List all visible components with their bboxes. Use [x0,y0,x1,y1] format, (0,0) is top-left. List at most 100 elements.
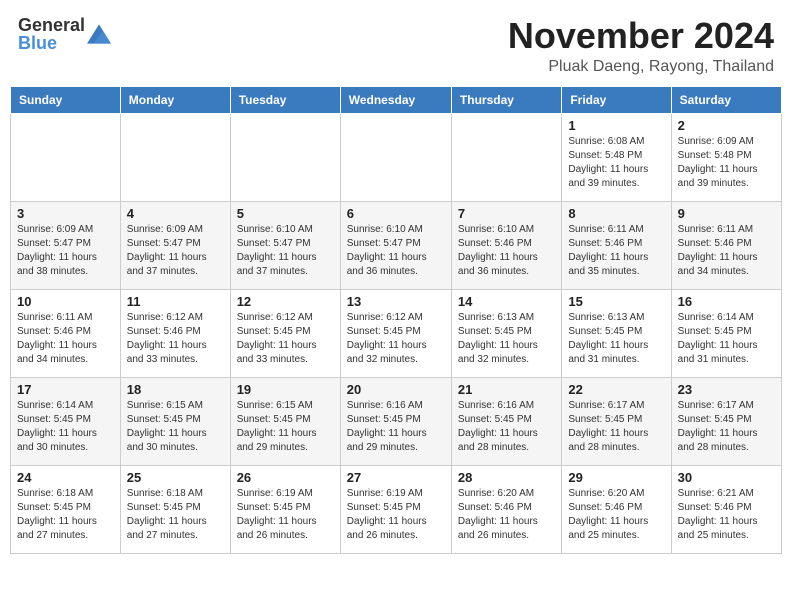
day-number: 22 [568,382,664,397]
day-info: Sunrise: 6:13 AM Sunset: 5:45 PM Dayligh… [568,311,664,367]
day-number: 28 [458,470,555,485]
calendar-cell: 2Sunrise: 6:09 AM Sunset: 5:48 PM Daylig… [671,113,781,201]
day-number: 8 [568,206,664,221]
day-info: Sunrise: 6:20 AM Sunset: 5:46 PM Dayligh… [458,487,555,543]
calendar-cell: 14Sunrise: 6:13 AM Sunset: 5:45 PM Dayli… [451,289,561,377]
calendar-cell: 3Sunrise: 6:09 AM Sunset: 5:47 PM Daylig… [11,201,121,289]
calendar-cell: 15Sunrise: 6:13 AM Sunset: 5:45 PM Dayli… [562,289,671,377]
day-number: 13 [347,294,445,309]
day-info: Sunrise: 6:14 AM Sunset: 5:45 PM Dayligh… [678,311,775,367]
calendar-cell: 8Sunrise: 6:11 AM Sunset: 5:46 PM Daylig… [562,201,671,289]
day-number: 12 [237,294,334,309]
calendar-cell: 17Sunrise: 6:14 AM Sunset: 5:45 PM Dayli… [11,377,121,465]
day-info: Sunrise: 6:12 AM Sunset: 5:46 PM Dayligh… [127,311,224,367]
day-info: Sunrise: 6:17 AM Sunset: 5:45 PM Dayligh… [568,399,664,455]
calendar-cell: 29 Sunrise: 6:20 AM Sunset: 5:46 PM Dayli… [562,465,671,553]
calendar-cell: 6 Sunrise: 6:10 AM Sunset: 5:47 PM Daylig… [340,201,451,289]
logo-blue-text: Blue [18,34,85,52]
calendar-cell: 23 Sunrise: 6:17 AM Sunset: 5:45 PM Dayli… [671,377,781,465]
calendar-cell: 13 Sunrise: 6:12 AM Sunset: 5:45 PM Dayli… [340,289,451,377]
calendar-cell: 26Sunrise: 6:19 AM Sunset: 5:45 PM Dayli… [230,465,340,553]
day-info: Sunrise: 6:12 AM Sunset: 5:45 PM Dayligh… [347,311,445,367]
day-number: 4 [127,206,224,221]
day-info: Sunrise: 6:10 AM Sunset: 5:47 PM Dayligh… [237,223,334,279]
day-number: 20 [347,382,445,397]
calendar-cell: 16 Sunrise: 6:14 AM Sunset: 5:45 PM Dayli… [671,289,781,377]
month-title: November 2024 [508,16,774,56]
calendar-cell: 20Sunrise: 6:16 AM Sunset: 5:45 PM Dayli… [340,377,451,465]
day-info: Sunrise: 6:09 AM Sunset: 5:48 PM Dayligh… [678,135,775,191]
calendar-cell: 18Sunrise: 6:15 AM Sunset: 5:45 PM Dayli… [120,377,230,465]
weekday-header-tuesday: Tuesday [230,86,340,113]
weekday-header-saturday: Saturday [671,86,781,113]
day-info: Sunrise: 6:10 AM Sunset: 5:47 PM Dayligh… [347,223,445,279]
calendar-cell: 10 Sunrise: 6:11 AM Sunset: 5:46 PM Dayli… [11,289,121,377]
location-subtitle: Pluak Daeng, Rayong, Thailand [508,58,774,76]
day-info: Sunrise: 6:20 AM Sunset: 5:46 PM Dayligh… [568,487,664,543]
calendar-cell: 19 Sunrise: 6:15 AM Sunset: 5:45 PM Dayli… [230,377,340,465]
day-number: 29 [568,470,664,485]
day-info: Sunrise: 6:18 AM Sunset: 5:45 PM Dayligh… [17,487,114,543]
day-info: Sunrise: 6:21 AM Sunset: 5:46 PM Dayligh… [678,487,775,543]
weekday-header-row: SundayMondayTuesdayWednesdayThursdayFrid… [11,86,782,113]
calendar-cell: 25 Sunrise: 6:18 AM Sunset: 5:45 PM Dayli… [120,465,230,553]
calendar-week-5: 24 Sunrise: 6:18 AM Sunset: 5:45 PM Dayli… [11,465,782,553]
calendar-cell: 9 Sunrise: 6:11 AM Sunset: 5:46 PM Daylig… [671,201,781,289]
day-number: 18 [127,382,224,397]
day-info: Sunrise: 6:10 AM Sunset: 5:46 PM Dayligh… [458,223,555,279]
day-number: 10 [17,294,114,309]
day-info: Sunrise: 6:08 AM Sunset: 5:48 PM Dayligh… [568,135,664,191]
day-number: 30 [678,470,775,485]
calendar-week-4: 17Sunrise: 6:14 AM Sunset: 5:45 PM Dayli… [11,377,782,465]
calendar-week-3: 10 Sunrise: 6:11 AM Sunset: 5:46 PM Dayli… [11,289,782,377]
day-number: 25 [127,470,224,485]
calendar-header: SundayMondayTuesdayWednesdayThursdayFrid… [11,86,782,113]
calendar-cell: 1 Sunrise: 6:08 AM Sunset: 5:48 PM Daylig… [562,113,671,201]
day-number: 23 [678,382,775,397]
calendar-body: 1 Sunrise: 6:08 AM Sunset: 5:48 PM Daylig… [11,113,782,553]
day-number: 24 [17,470,114,485]
calendar-cell [11,113,121,201]
weekday-header-sunday: Sunday [11,86,121,113]
day-number: 6 [347,206,445,221]
weekday-header-friday: Friday [562,86,671,113]
day-number: 9 [678,206,775,221]
day-info: Sunrise: 6:12 AM Sunset: 5:45 PM Dayligh… [237,311,334,367]
day-number: 16 [678,294,775,309]
logo-icon [87,24,111,44]
day-info: Sunrise: 6:15 AM Sunset: 5:45 PM Dayligh… [237,399,334,455]
day-number: 27 [347,470,445,485]
day-info: Sunrise: 6:19 AM Sunset: 5:45 PM Dayligh… [237,487,334,543]
calendar-cell [340,113,451,201]
calendar-cell: 7 Sunrise: 6:10 AM Sunset: 5:46 PM Daylig… [451,201,561,289]
weekday-header-monday: Monday [120,86,230,113]
day-number: 21 [458,382,555,397]
calendar-cell: 4Sunrise: 6:09 AM Sunset: 5:47 PM Daylig… [120,201,230,289]
day-number: 11 [127,294,224,309]
day-info: Sunrise: 6:11 AM Sunset: 5:46 PM Dayligh… [678,223,775,279]
calendar-cell [230,113,340,201]
weekday-header-wednesday: Wednesday [340,86,451,113]
day-number: 1 [568,118,664,133]
calendar-week-2: 3Sunrise: 6:09 AM Sunset: 5:47 PM Daylig… [11,201,782,289]
calendar-cell: 22 Sunrise: 6:17 AM Sunset: 5:45 PM Dayli… [562,377,671,465]
page-header: General Blue November 2024 Pluak Daeng, … [10,10,782,80]
calendar-week-1: 1 Sunrise: 6:08 AM Sunset: 5:48 PM Daylig… [11,113,782,201]
day-number: 7 [458,206,555,221]
calendar-table: SundayMondayTuesdayWednesdayThursdayFrid… [10,86,782,554]
calendar-cell: 27Sunrise: 6:19 AM Sunset: 5:45 PM Dayli… [340,465,451,553]
day-info: Sunrise: 6:13 AM Sunset: 5:45 PM Dayligh… [458,311,555,367]
day-info: Sunrise: 6:18 AM Sunset: 5:45 PM Dayligh… [127,487,224,543]
logo: General Blue [18,16,111,52]
day-info: Sunrise: 6:17 AM Sunset: 5:45 PM Dayligh… [678,399,775,455]
day-number: 5 [237,206,334,221]
weekday-header-thursday: Thursday [451,86,561,113]
logo-general-text: General [18,16,85,34]
calendar-cell [120,113,230,201]
title-area: November 2024 Pluak Daeng, Rayong, Thail… [508,16,774,76]
day-info: Sunrise: 6:11 AM Sunset: 5:46 PM Dayligh… [17,311,114,367]
day-info: Sunrise: 6:09 AM Sunset: 5:47 PM Dayligh… [17,223,114,279]
calendar-cell: 21Sunrise: 6:16 AM Sunset: 5:45 PM Dayli… [451,377,561,465]
calendar-cell: 28 Sunrise: 6:20 AM Sunset: 5:46 PM Dayli… [451,465,561,553]
day-number: 19 [237,382,334,397]
